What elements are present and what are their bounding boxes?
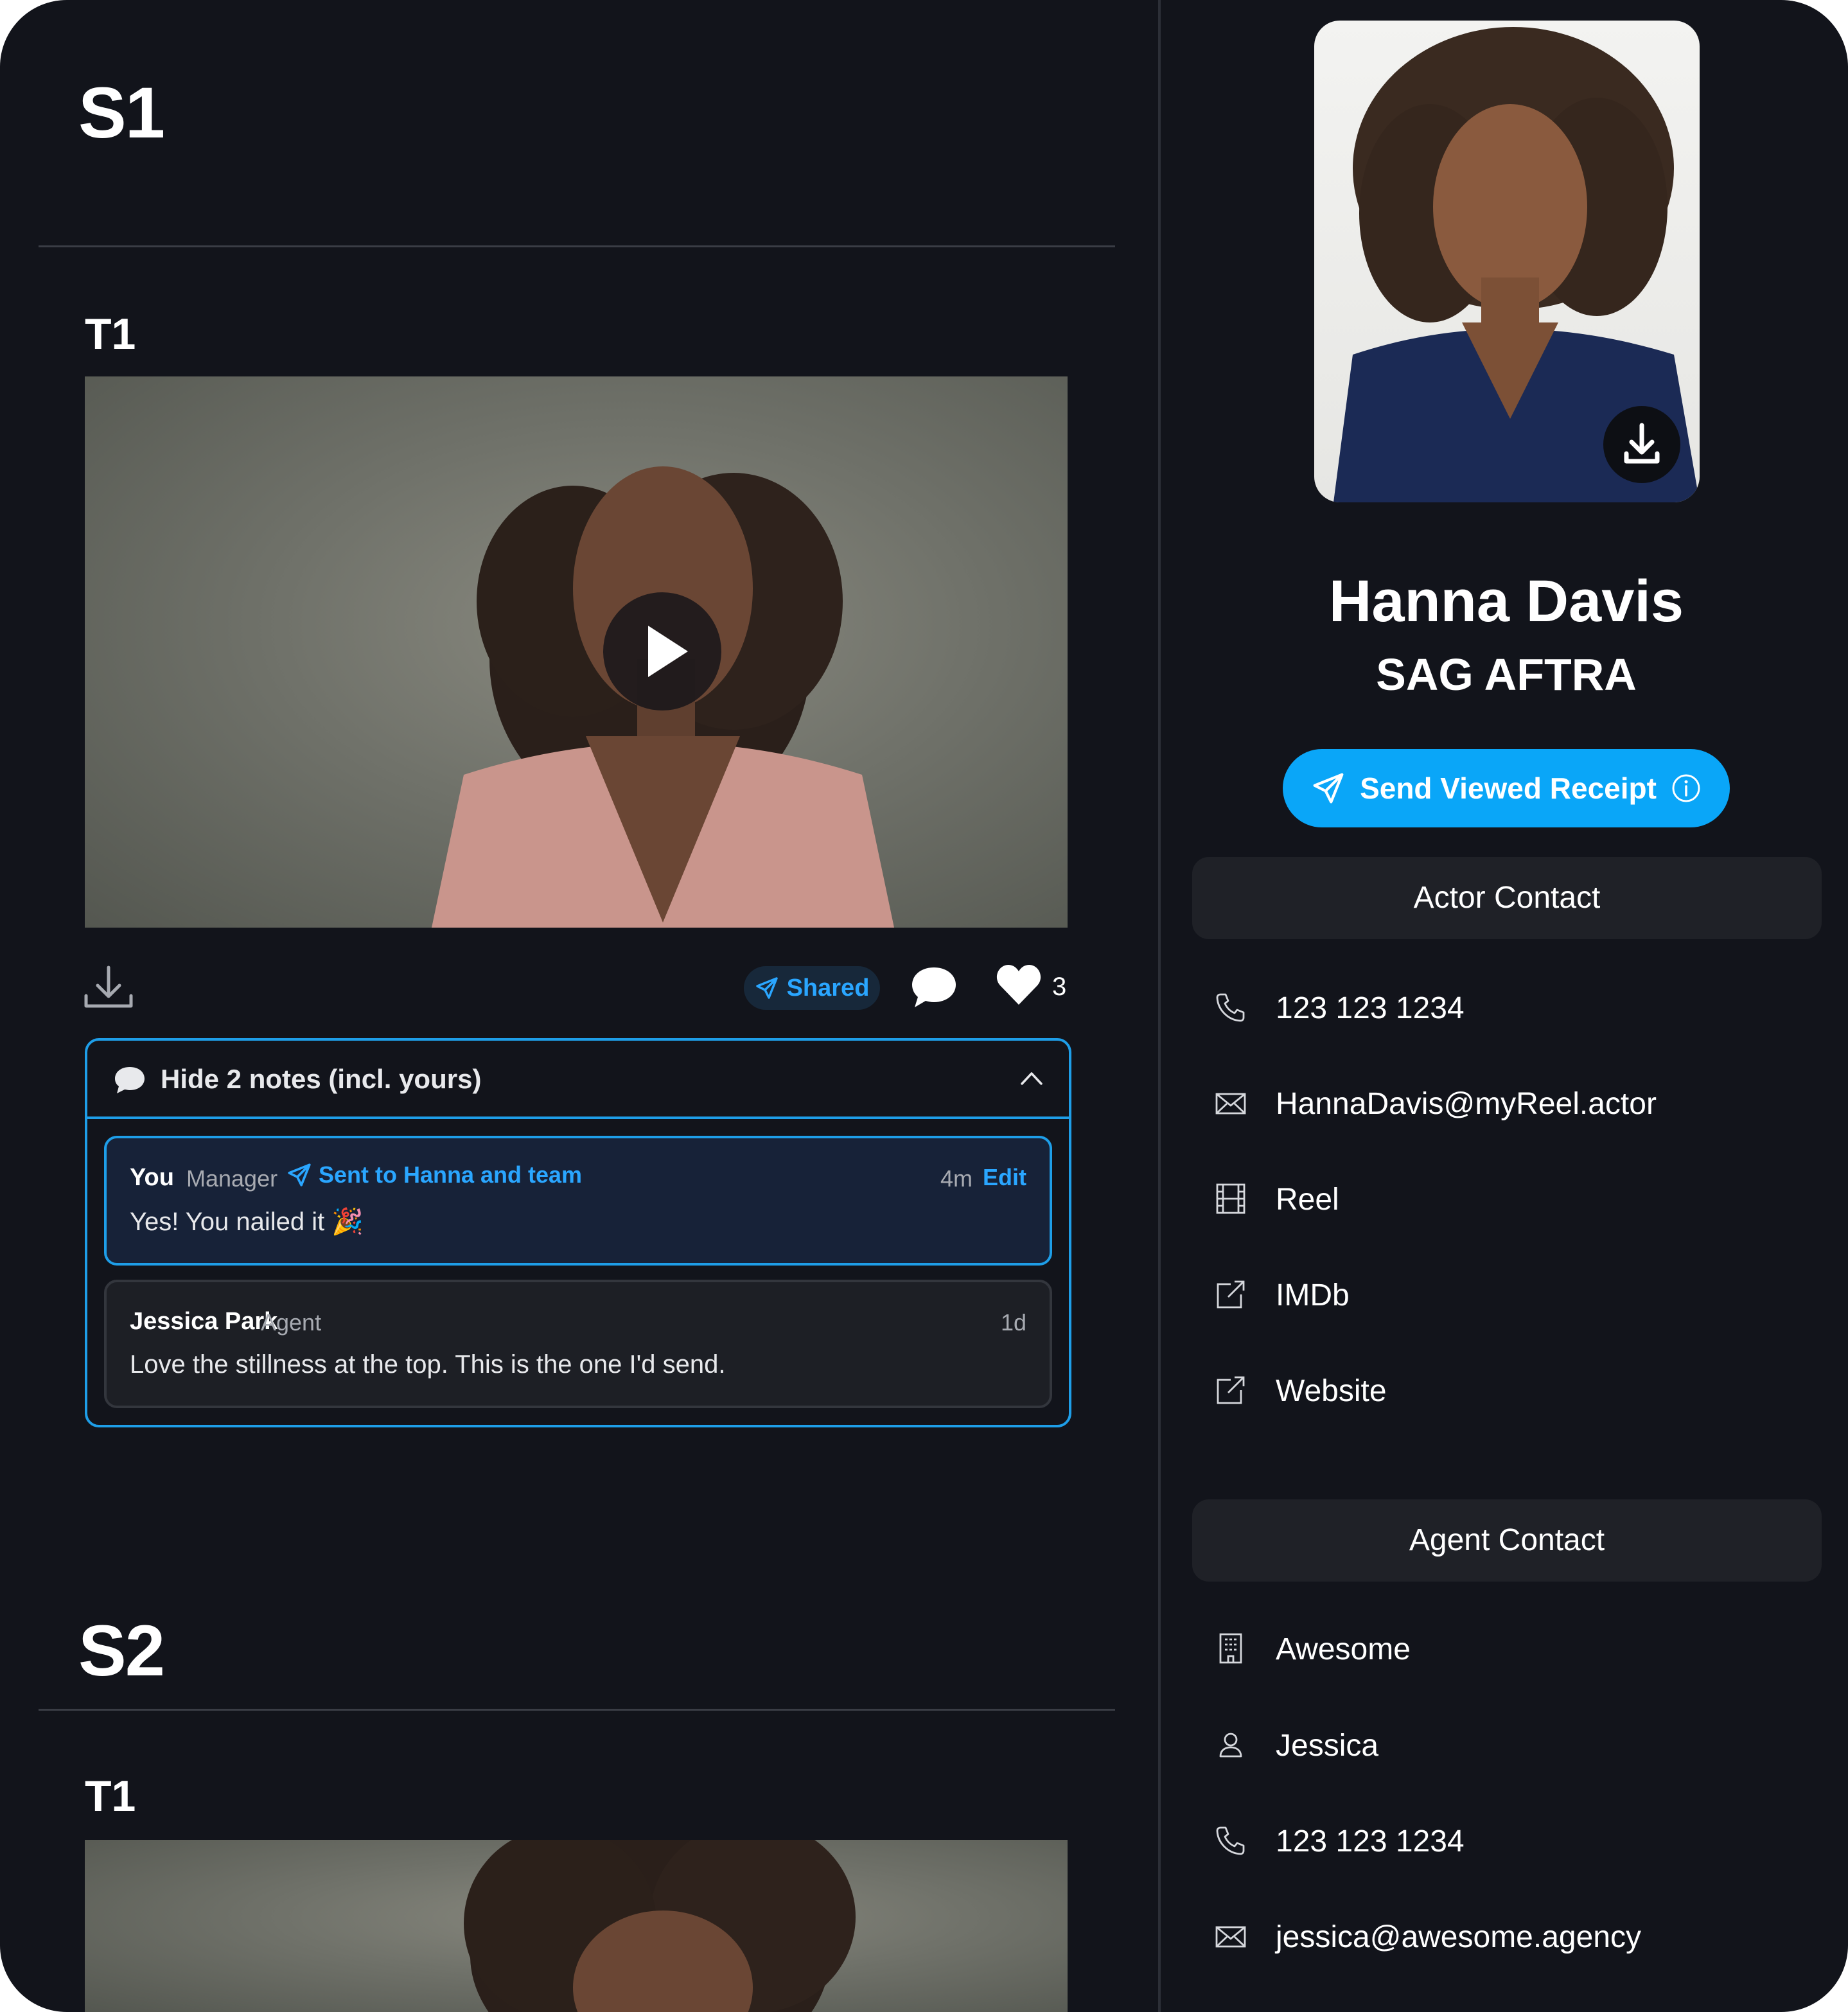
sent-label: Sent to Hanna and team	[319, 1161, 583, 1188]
building-icon	[1219, 1633, 1242, 1664]
like-count: 3	[1052, 973, 1067, 1001]
send-icon	[288, 1163, 311, 1187]
actor-phone-row[interactable]: 123 123 1234	[1214, 982, 1792, 1033]
notes-panel: Hide 2 notes (incl. yours) You Manager S…	[85, 1038, 1071, 1427]
video-thumbnail	[432, 466, 894, 928]
agent-name-row[interactable]: Jessica	[1214, 1719, 1792, 1770]
download-icon	[1624, 423, 1660, 464]
contact-text: Awesome	[1276, 1632, 1411, 1666]
play-button[interactable]	[603, 592, 721, 710]
contact-text: Website	[1276, 1374, 1387, 1408]
edit-note-button[interactable]: Edit	[983, 1164, 1026, 1191]
contact-text: 123 123 1234	[1276, 991, 1465, 1025]
download-icon[interactable]	[82, 964, 135, 1010]
take-heading-t1: T1	[85, 1772, 136, 1821]
app-window: S1 T1 Shared 3 Hide 2 notes (incl. yours…	[0, 0, 1848, 2012]
actor-email-row[interactable]: HannaDavis@myReel.actor	[1214, 1077, 1792, 1129]
download-headshot-button[interactable]	[1603, 406, 1680, 483]
union-status: SAG AFTRA	[1376, 649, 1637, 700]
note-author: You	[130, 1164, 174, 1191]
notes-toggle[interactable]: Hide 2 notes (incl. yours)	[87, 1041, 1069, 1119]
actor-website-row[interactable]: Website	[1214, 1364, 1792, 1416]
section-divider	[39, 1709, 1115, 1711]
heart-icon[interactable]	[994, 961, 1043, 1007]
comment-icon[interactable]	[910, 964, 958, 1010]
section-divider	[39, 245, 1115, 247]
mail-icon	[1215, 1926, 1246, 1948]
note-role: Agent	[261, 1309, 322, 1336]
note-time: 1d	[1000, 1309, 1026, 1336]
sent-status: Sent to Hanna and team	[286, 1161, 582, 1188]
video-thumbnail	[464, 1840, 856, 2012]
note-time: 4m	[940, 1165, 972, 1192]
notes-toggle-label: Hide 2 notes (incl. yours)	[161, 1064, 482, 1094]
external-link-icon	[1217, 1280, 1245, 1309]
actor-name: Hanna Davis	[1328, 569, 1684, 634]
contact-text: Reel	[1276, 1183, 1339, 1217]
actor-headshot	[1314, 21, 1700, 502]
note-author: Jessica Park	[130, 1308, 278, 1335]
video-player[interactable]	[85, 1840, 1068, 2012]
contact-text: IMDb	[1276, 1278, 1350, 1312]
shared-badge[interactable]: Shared	[744, 966, 880, 1010]
shared-label: Shared	[786, 974, 870, 1002]
contact-text: jessica@awesome.agency	[1276, 1920, 1641, 1954]
note-card: Jessica Park Agent 1d Love the stillness…	[104, 1280, 1052, 1408]
agent-phone-row[interactable]: 123 123 1234	[1214, 1815, 1792, 1866]
actor-imdb-row[interactable]: IMDb	[1214, 1269, 1792, 1320]
phone-icon	[1216, 1826, 1245, 1855]
send-icon	[755, 977, 778, 999]
phone-icon	[1216, 993, 1245, 1022]
section-heading-s1: S1	[78, 73, 165, 153]
send-viewed-receipt-button[interactable]: Send Viewed Receipt	[1283, 749, 1730, 827]
user-icon	[1219, 1733, 1242, 1758]
contact-text: HannaDavis@myReel.actor	[1276, 1087, 1657, 1121]
external-link-icon	[1217, 1376, 1245, 1404]
agent-company-row[interactable]: Awesome	[1214, 1623, 1792, 1674]
comment-icon	[115, 1067, 145, 1093]
column-divider	[1158, 0, 1161, 2012]
send-icon	[1313, 773, 1344, 804]
contact-text: 123 123 1234	[1276, 1824, 1465, 1858]
film-icon	[1216, 1183, 1245, 1214]
actor-reel-row[interactable]: Reel	[1214, 1173, 1792, 1224]
note-text: Yes! You nailed it 🎉	[130, 1208, 364, 1236]
section-heading-s2: S2	[78, 1610, 165, 1691]
contact-text: Jessica	[1276, 1729, 1379, 1763]
note-text: Love the stillness at the top. This is t…	[130, 1350, 726, 1379]
mail-icon	[1215, 1093, 1246, 1115]
note-role: Manager	[186, 1165, 278, 1192]
info-icon[interactable]	[1671, 773, 1702, 804]
agent-email-row[interactable]: jessica@awesome.agency	[1214, 1911, 1792, 1962]
chevron-up-icon[interactable]	[1020, 1070, 1043, 1086]
take-heading-t1: T1	[85, 310, 136, 358]
video-player[interactable]	[85, 376, 1068, 928]
note-card: You Manager Sent to Hanna and team 4m Ed…	[104, 1136, 1052, 1266]
send-viewed-receipt-label: Send Viewed Receipt	[1360, 772, 1657, 805]
actor-contact-heading: Actor Contact	[1192, 857, 1822, 939]
agent-contact-heading: Agent Contact	[1192, 1499, 1822, 1582]
